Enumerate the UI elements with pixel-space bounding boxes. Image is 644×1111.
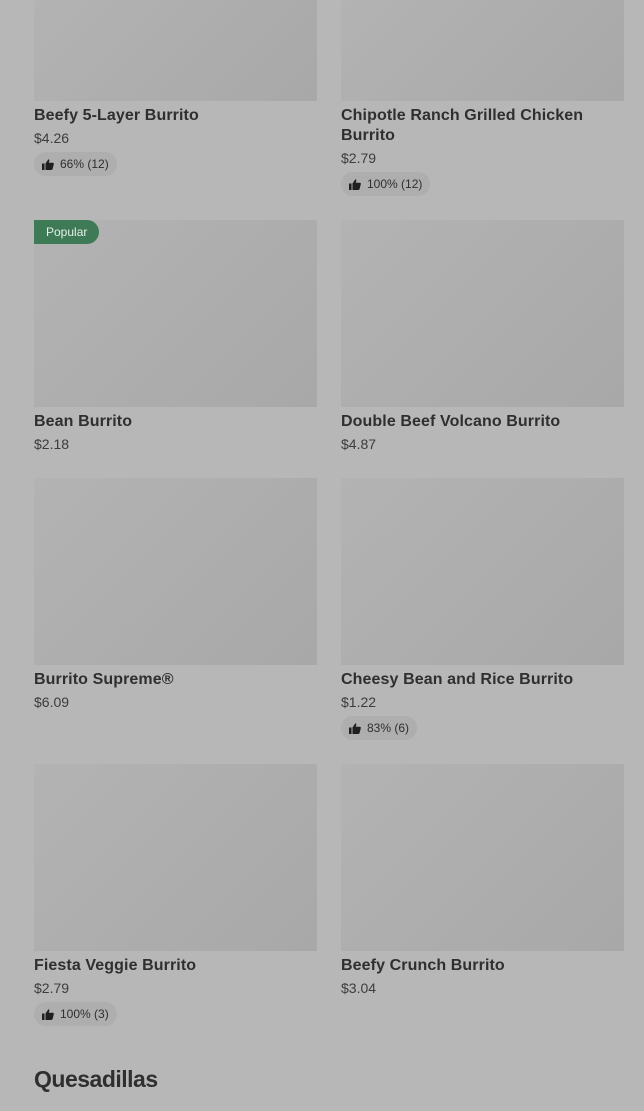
item-name: Chipotle Ranch Grilled Chicken Burrito [341,107,584,144]
item-image[interactable] [341,0,624,101]
rating-text: 66% (12) [60,157,109,171]
thumbs-up-icon [349,178,361,190]
item-rating: 66% (12) [34,152,117,176]
item-price: $6.09 [34,694,70,710]
thumbs-up-icon [42,158,54,170]
item-name: Cheesy Bean and Rice Burrito [341,671,574,688]
item-price: $2.79 [341,150,377,166]
item-price: $4.87 [341,436,377,452]
item-rating: 100% (3) [34,1002,117,1026]
item-name: Beefy Crunch Burrito [341,957,505,974]
item-name: Beefy 5-Layer Burrito [34,107,199,124]
menu-page: Beefy 5-Layer Burrito $4.26 66% (12) Chi… [0,0,644,1111]
item-image[interactable] [341,764,624,951]
item-image[interactable] [341,220,624,407]
item-rating: 83% (6) [341,716,418,740]
item-price: $4.26 [34,130,70,146]
popular-badge: Popular [34,220,100,244]
item-price: $1.22 [341,694,377,710]
rating-text: 100% (3) [60,1007,109,1021]
item-image[interactable] [34,0,317,101]
item-rating: 100% (12) [341,172,431,196]
item-price: $2.18 [34,436,70,452]
item-name: Bean Burrito [34,413,133,430]
item-name: Double Beef Volcano Burrito [341,413,561,430]
item-image[interactable] [341,478,624,665]
thumbs-up-icon [42,1008,54,1020]
rating-text: 83% (6) [367,721,410,735]
section-title-quesadillas: Quesadillas [34,1066,158,1092]
item-price: $3.04 [341,980,377,996]
item-name: Fiesta Veggie Burrito [34,957,197,974]
item-image[interactable] [34,764,317,951]
thumbs-up-icon [349,722,361,734]
item-image[interactable] [34,478,317,665]
item-price: $2.79 [34,980,70,996]
rating-text: 100% (12) [367,177,423,191]
item-image[interactable] [34,220,317,407]
item-name: Burrito Supreme® [34,671,174,688]
